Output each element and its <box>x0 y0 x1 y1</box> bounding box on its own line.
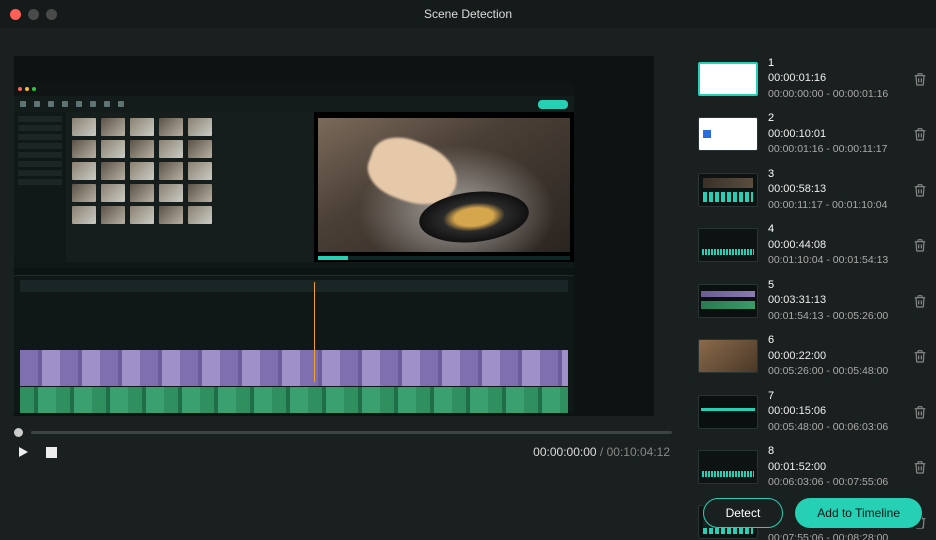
scene-thumbnail[interactable] <box>698 117 758 151</box>
scene-meta: 400:00:44:0800:01:10:04 - 00:01:54:13 <box>768 222 902 267</box>
scene-meta: 200:00:10:0100:00:01:16 - 00:00:11:17 <box>768 111 902 156</box>
scene-duration: 00:00:15:06 <box>768 404 902 419</box>
scene-duration: 00:00:01:16 <box>768 71 902 86</box>
scene-thumbnail[interactable] <box>698 284 758 318</box>
scene-range: 00:07:55:06 - 00:08:28:00 <box>768 531 902 540</box>
time-display: 00:00:00:00 / 00:10:04:12 <box>533 445 670 459</box>
scene-item[interactable]: 100:00:01:1600:00:00:00 - 00:00:01:16 <box>698 56 928 101</box>
scene-thumbnail[interactable] <box>698 62 758 96</box>
scene-duration: 00:00:10:01 <box>768 127 902 142</box>
playback-controls: 00:00:00:00 / 00:10:04:12 <box>14 445 672 459</box>
scene-item[interactable]: 700:00:15:0600:05:48:00 - 00:06:03:06 <box>698 389 928 434</box>
scrubber[interactable] <box>14 428 672 437</box>
scene-thumbnail[interactable] <box>698 395 758 429</box>
scene-meta: 800:01:52:0000:06:03:06 - 00:07:55:06 <box>768 444 902 489</box>
trash-icon[interactable] <box>912 126 928 142</box>
scene-index: 3 <box>768 167 902 182</box>
scene-duration: 00:03:31:13 <box>768 293 902 308</box>
scene-duration: 00:00:44:08 <box>768 238 902 253</box>
scene-meta: 300:00:58:1300:00:11:17 - 00:01:10:04 <box>768 167 902 212</box>
trash-icon[interactable] <box>912 71 928 87</box>
scene-meta: 700:00:15:0600:05:48:00 - 00:06:03:06 <box>768 389 902 434</box>
scene-index: 6 <box>768 333 902 348</box>
scene-thumbnail[interactable] <box>698 173 758 207</box>
trash-icon[interactable] <box>912 348 928 364</box>
scene-item[interactable]: 300:00:58:1300:00:11:17 - 00:01:10:04 <box>698 167 928 212</box>
scene-meta: 100:00:01:1600:00:00:00 - 00:00:01:16 <box>768 56 902 101</box>
scene-index: 1 <box>768 56 902 71</box>
trash-icon[interactable] <box>912 182 928 198</box>
scene-index: 2 <box>768 111 902 126</box>
scene-item[interactable]: 600:00:22:0000:05:26:00 - 00:05:48:00 <box>698 333 928 378</box>
detect-button[interactable]: Detect <box>703 498 784 528</box>
scene-index: 7 <box>768 389 902 404</box>
scene-thumbnail[interactable] <box>698 228 758 262</box>
scene-range: 00:05:26:00 - 00:05:48:00 <box>768 364 902 379</box>
trash-icon[interactable] <box>912 237 928 253</box>
trash-icon[interactable] <box>912 459 928 475</box>
scene-range: 00:00:11:17 - 00:01:10:04 <box>768 198 902 213</box>
scene-item[interactable]: 800:01:52:0000:06:03:06 - 00:07:55:06 <box>698 444 928 489</box>
scene-range: 00:00:00:00 - 00:00:01:16 <box>768 87 902 102</box>
add-to-timeline-button[interactable]: Add to Timeline <box>795 498 922 528</box>
scene-meta: 500:03:31:1300:01:54:13 - 00:05:26:00 <box>768 278 902 323</box>
scrubber-handle-icon[interactable] <box>14 428 23 437</box>
scrubber-track[interactable] <box>31 431 672 434</box>
scene-thumbnail[interactable] <box>698 339 758 373</box>
action-bar: Detect Add to Timeline <box>703 488 922 528</box>
content: 00:00:00:00 / 00:10:04:12 100:00:01:1600… <box>0 28 936 540</box>
scene-duration: 00:00:22:00 <box>768 349 902 364</box>
window-title: Scene Detection <box>0 7 936 21</box>
scene-item[interactable]: 400:00:44:0800:01:10:04 - 00:01:54:13 <box>698 222 928 267</box>
scene-list[interactable]: 100:00:01:1600:00:00:00 - 00:00:01:16200… <box>686 28 936 540</box>
scene-duration: 00:00:58:13 <box>768 182 902 197</box>
scene-range: 00:00:01:16 - 00:00:11:17 <box>768 142 902 157</box>
scene-range: 00:01:54:13 - 00:05:26:00 <box>768 309 902 324</box>
scene-index: 4 <box>768 222 902 237</box>
scene-meta: 600:00:22:0000:05:26:00 - 00:05:48:00 <box>768 333 902 378</box>
current-time: 00:00:00:00 <box>533 445 596 459</box>
scene-index: 5 <box>768 278 902 293</box>
scene-index: 8 <box>768 444 902 459</box>
scene-range: 00:05:48:00 - 00:06:03:06 <box>768 420 902 435</box>
total-time: 00:10:04:12 <box>607 445 670 459</box>
scene-item[interactable]: 200:00:10:0100:00:01:16 - 00:00:11:17 <box>698 111 928 156</box>
trash-icon[interactable] <box>912 404 928 420</box>
stop-icon[interactable] <box>46 447 57 458</box>
video-preview[interactable] <box>14 56 654 416</box>
preview-frame <box>14 82 574 402</box>
titlebar: Scene Detection <box>0 0 936 28</box>
scene-range: 00:01:10:04 - 00:01:54:13 <box>768 253 902 268</box>
trash-icon[interactable] <box>912 293 928 309</box>
scene-item[interactable]: 500:03:31:1300:01:54:13 - 00:05:26:00 <box>698 278 928 323</box>
scene-thumbnail[interactable] <box>698 450 758 484</box>
preview-pane: 00:00:00:00 / 00:10:04:12 <box>0 28 686 540</box>
play-icon[interactable] <box>16 445 30 459</box>
scene-duration: 00:01:52:00 <box>768 460 902 475</box>
